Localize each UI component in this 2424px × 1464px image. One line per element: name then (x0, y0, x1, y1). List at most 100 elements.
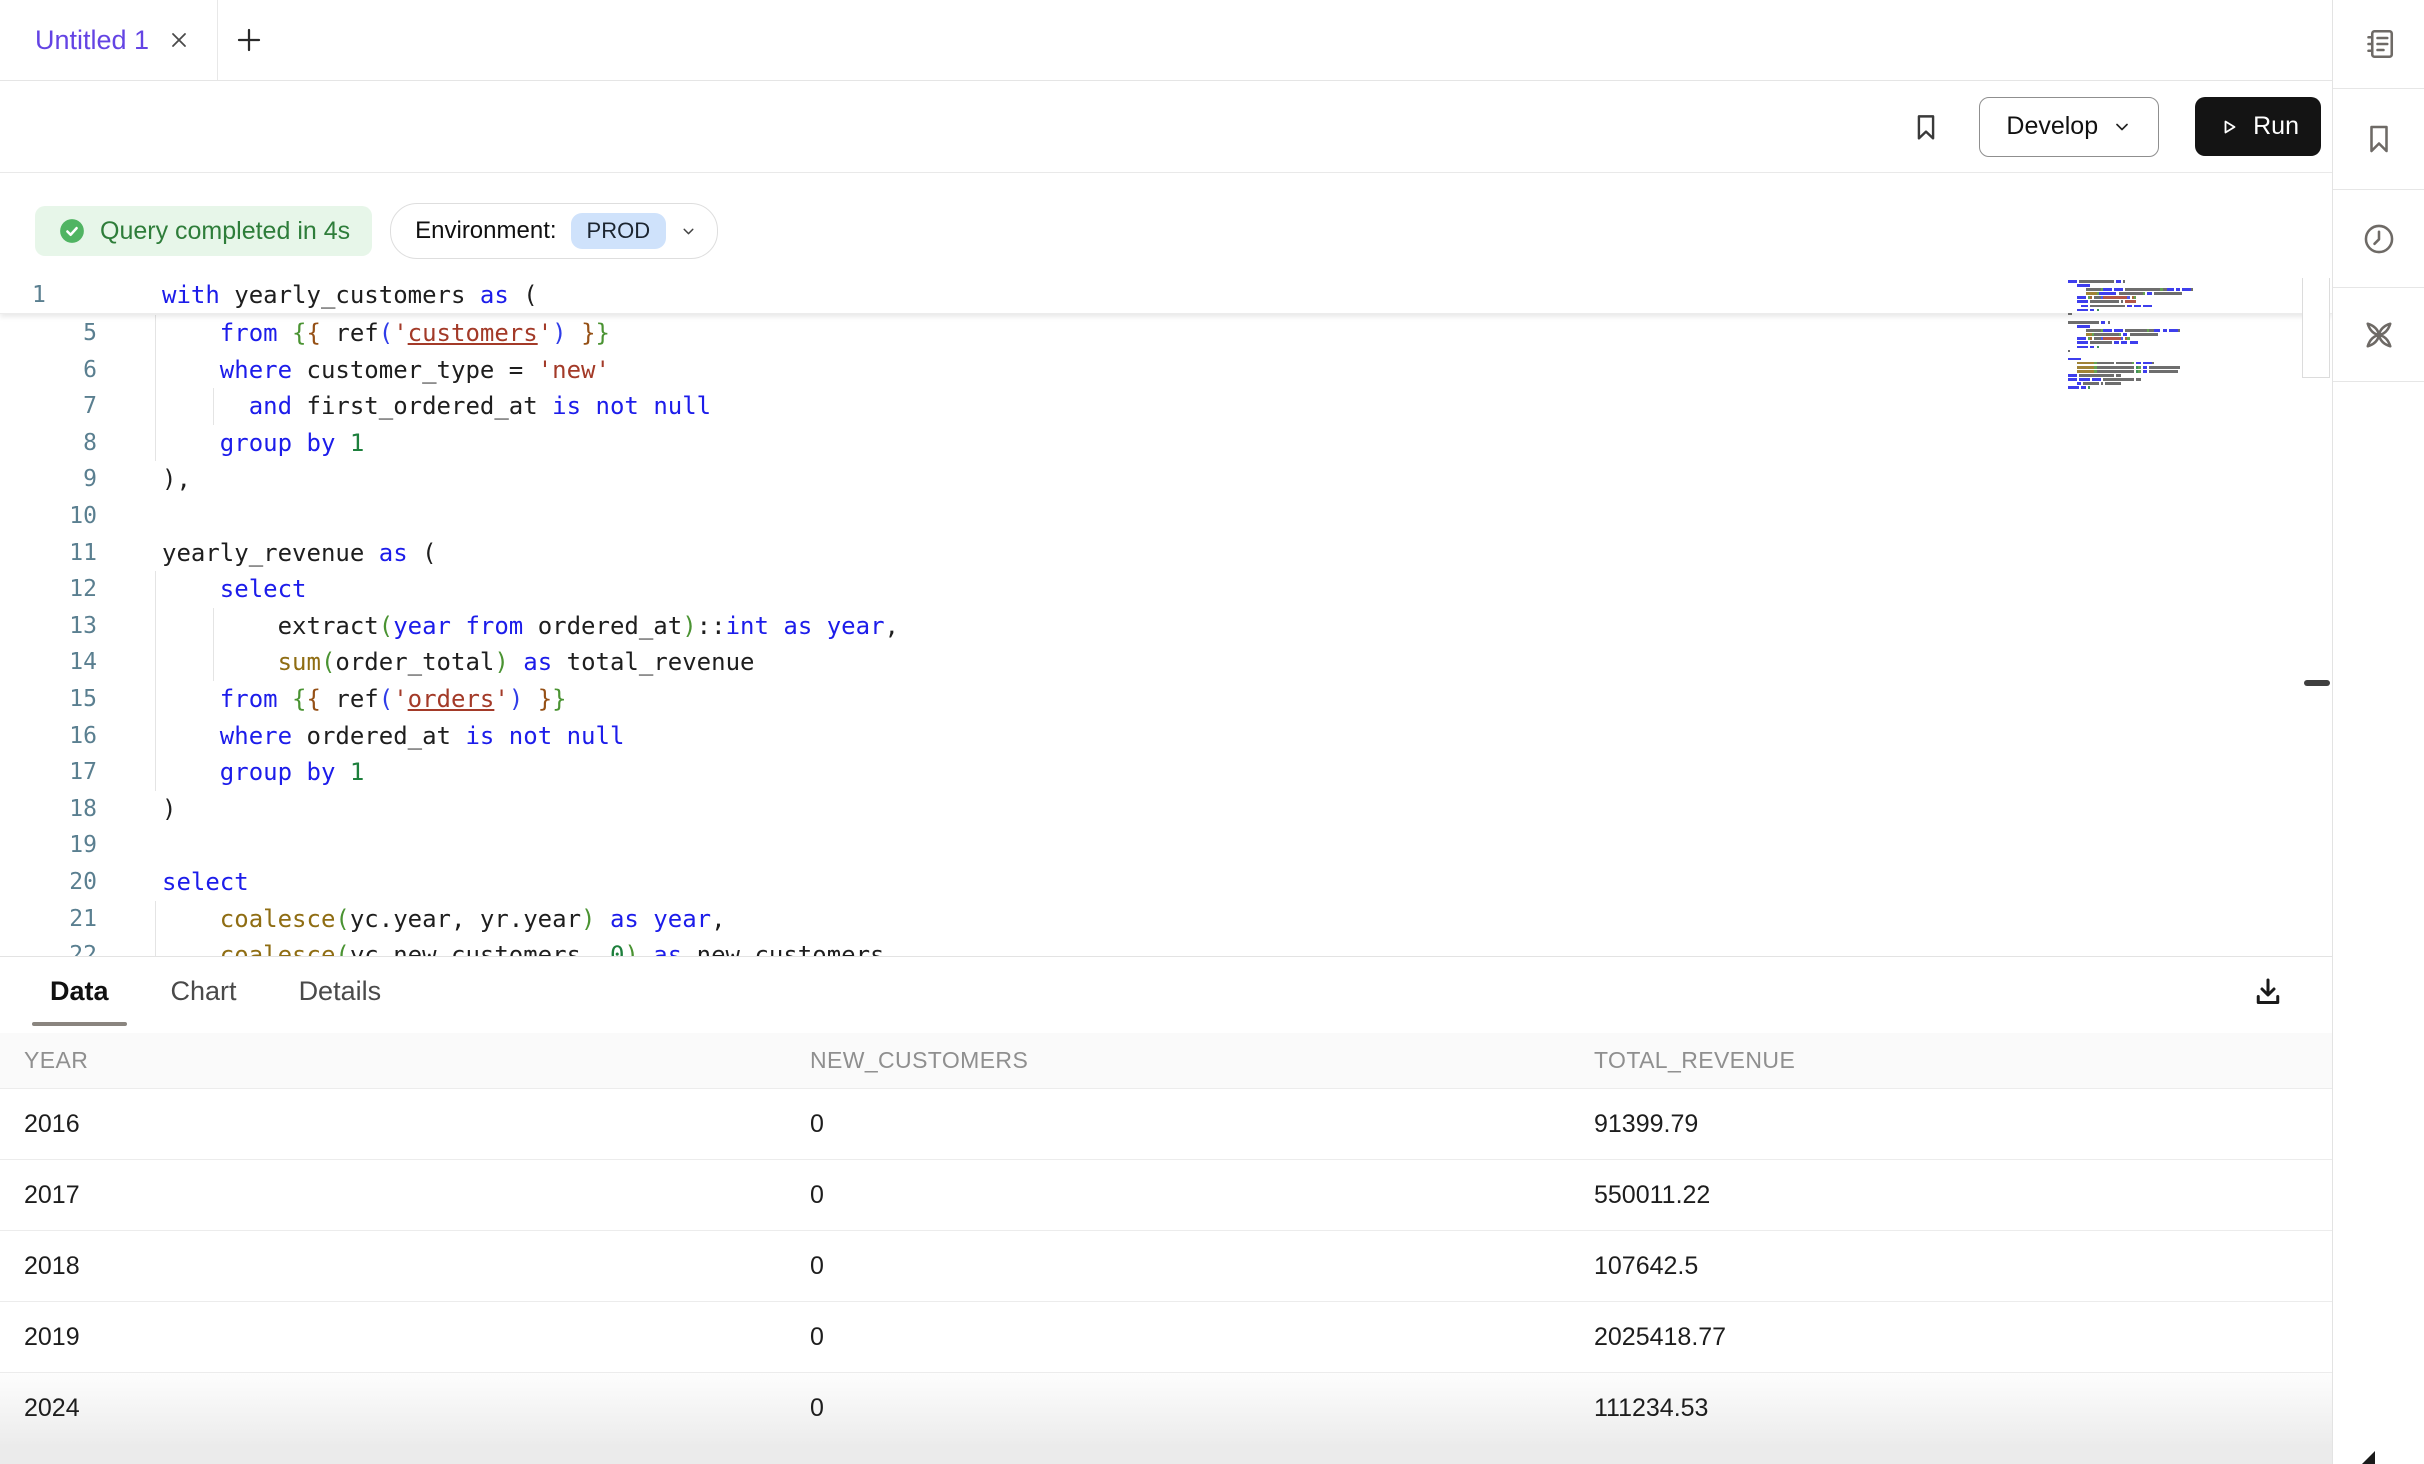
line-number: 8 (0, 425, 97, 462)
column-header-year[interactable]: YEAR (0, 1047, 810, 1074)
minimap-token (2116, 280, 2120, 283)
code-line[interactable]: 17 group by 1 (0, 754, 2332, 791)
code-line[interactable]: 12 select (0, 571, 2332, 608)
minimap-token (2116, 374, 2120, 377)
code-token: ) (509, 685, 523, 713)
table-row[interactable]: 201902025418.77 (0, 1302, 2332, 1373)
environment-selector[interactable]: Environment: PROD (390, 203, 718, 259)
app-window: Untitled 1 Develop (0, 0, 2424, 1464)
indent-guide (155, 718, 156, 755)
line-number: 16 (0, 718, 97, 755)
table-body: 2016091399.7920170550011.2220180107642.5… (0, 1089, 2332, 1444)
code-token: as (653, 941, 682, 956)
code-line[interactable]: 21 coalesce(yc.year, yr.year) as year, (0, 901, 2332, 938)
code-token: null (567, 722, 625, 750)
minimap-token (2090, 337, 2092, 340)
code-token: } (581, 319, 595, 347)
results-panel: Data Chart Details YEAR NEW_CUSTOMERS TOTA… (0, 956, 2332, 1464)
sidebar-item-explore[interactable] (2333, 288, 2424, 382)
bookmark-icon[interactable] (1909, 110, 1943, 144)
minimap-token (2125, 329, 2147, 332)
code-token: ( (379, 612, 393, 640)
code-line[interactable]: 14 sum(order_total) as total_revenue (0, 644, 2332, 681)
horizontal-scrollbar-track[interactable] (0, 1444, 2332, 1464)
indent-guide (155, 681, 156, 718)
chevron-down-icon (680, 223, 697, 240)
close-icon[interactable] (167, 28, 191, 52)
code-line[interactable]: 20select (0, 864, 2332, 901)
table-row[interactable]: 20180107642.5 (0, 1231, 2332, 1302)
table-cell: 0 (810, 1110, 1594, 1139)
code-line[interactable]: 16 where ordered_at is not null (0, 718, 2332, 755)
sticky-line[interactable]: 1 with yearly_customers as ( (0, 278, 2332, 314)
download-icon[interactable] (2236, 960, 2300, 1024)
code-token: { (292, 319, 306, 347)
minimap-token (2134, 305, 2141, 308)
code-line[interactable]: 10 (0, 498, 2332, 535)
minimap-token (2114, 341, 2118, 344)
sql-code-editor[interactable]: 1 with yearly_customers as ( 5 from {{ r… (0, 278, 2332, 956)
table-row[interactable]: 20240111234.53 (0, 1373, 2332, 1444)
code-line[interactable]: 13 extract(year from ordered_at)::int as… (0, 608, 2332, 645)
code-line[interactable]: 9), (0, 461, 2332, 498)
code-token: ordered_at (292, 722, 465, 750)
minimap-token (2191, 288, 2193, 291)
minimap[interactable] (2068, 280, 2308, 391)
run-button[interactable]: Run (2195, 97, 2321, 156)
code-token (639, 941, 653, 956)
minimap-token (2090, 341, 2112, 344)
tab-data[interactable]: Data (50, 976, 109, 1007)
minimap-token (2101, 382, 2103, 385)
overview-ruler-marker[interactable] (2304, 680, 2330, 686)
code-token: { (307, 319, 321, 347)
minimap-token (2068, 350, 2070, 353)
code-line[interactable]: 15 from {{ ref('orders') }} (0, 681, 2332, 718)
code-line[interactable]: 19 (0, 827, 2332, 864)
code-token: year (653, 905, 711, 933)
sidebar-item-notebook[interactable] (2333, 0, 2424, 89)
code-text: where ordered_at is not null (162, 718, 624, 755)
minimap-token (2167, 288, 2174, 291)
code-token: { (307, 685, 321, 713)
code-line[interactable]: 7 and first_ordered_at is not null (0, 388, 2332, 425)
sidebar-item-history[interactable] (2333, 190, 2424, 288)
sidebar-item-bookmarks[interactable] (2333, 89, 2424, 190)
editor-tab-untitled-1[interactable]: Untitled 1 (0, 0, 218, 80)
code-line[interactable]: 6 where customer_type = 'new' (0, 352, 2332, 389)
minimap-token (2149, 370, 2178, 373)
column-header-new-customers[interactable]: NEW_CUSTOMERS (810, 1047, 1594, 1074)
resize-handle[interactable] (2362, 1451, 2375, 1464)
code-line[interactable]: 8 group by 1 (0, 425, 2332, 462)
code-token: from (465, 612, 523, 640)
minimap-token (2097, 362, 2115, 365)
table-row[interactable]: 2016091399.79 (0, 1089, 2332, 1160)
table-row[interactable]: 20170550011.22 (0, 1160, 2332, 1231)
minimap-token (2077, 341, 2088, 344)
minimap-token (2105, 337, 2118, 340)
minimap-token (2125, 300, 2136, 303)
code-line[interactable]: 18) (0, 791, 2332, 828)
code-token: ( (379, 685, 393, 713)
code-text: sum(order_total) as total_revenue (162, 644, 754, 681)
tab-chart[interactable]: Chart (171, 976, 237, 1007)
indent-guide (155, 754, 156, 791)
code-line[interactable]: 5 from {{ ref('customers') }} (0, 315, 2332, 352)
new-tab-plus-icon[interactable] (218, 0, 280, 80)
line-number: 15 (0, 681, 97, 718)
tab-details[interactable]: Details (299, 976, 382, 1007)
code-token (639, 392, 653, 420)
table-cell: 2019 (0, 1323, 810, 1352)
code-line[interactable]: 22 coalesce(yc.new_customers, 0) as new_… (0, 937, 2332, 956)
code-token: { (292, 685, 306, 713)
minimap-token (2068, 378, 2077, 381)
develop-button[interactable]: Develop (1979, 97, 2159, 157)
code-token (567, 319, 581, 347)
minimap-token (2068, 321, 2099, 324)
table-cell: 0 (810, 1252, 1594, 1281)
minimap-token (2103, 288, 2112, 291)
minimap-token (2068, 386, 2079, 389)
code-token: sum (278, 648, 321, 676)
code-line[interactable]: 11yearly_revenue as ( (0, 535, 2332, 572)
column-header-total-revenue[interactable]: TOTAL_REVENUE (1594, 1047, 2332, 1074)
code-token: coalesce (220, 905, 336, 933)
